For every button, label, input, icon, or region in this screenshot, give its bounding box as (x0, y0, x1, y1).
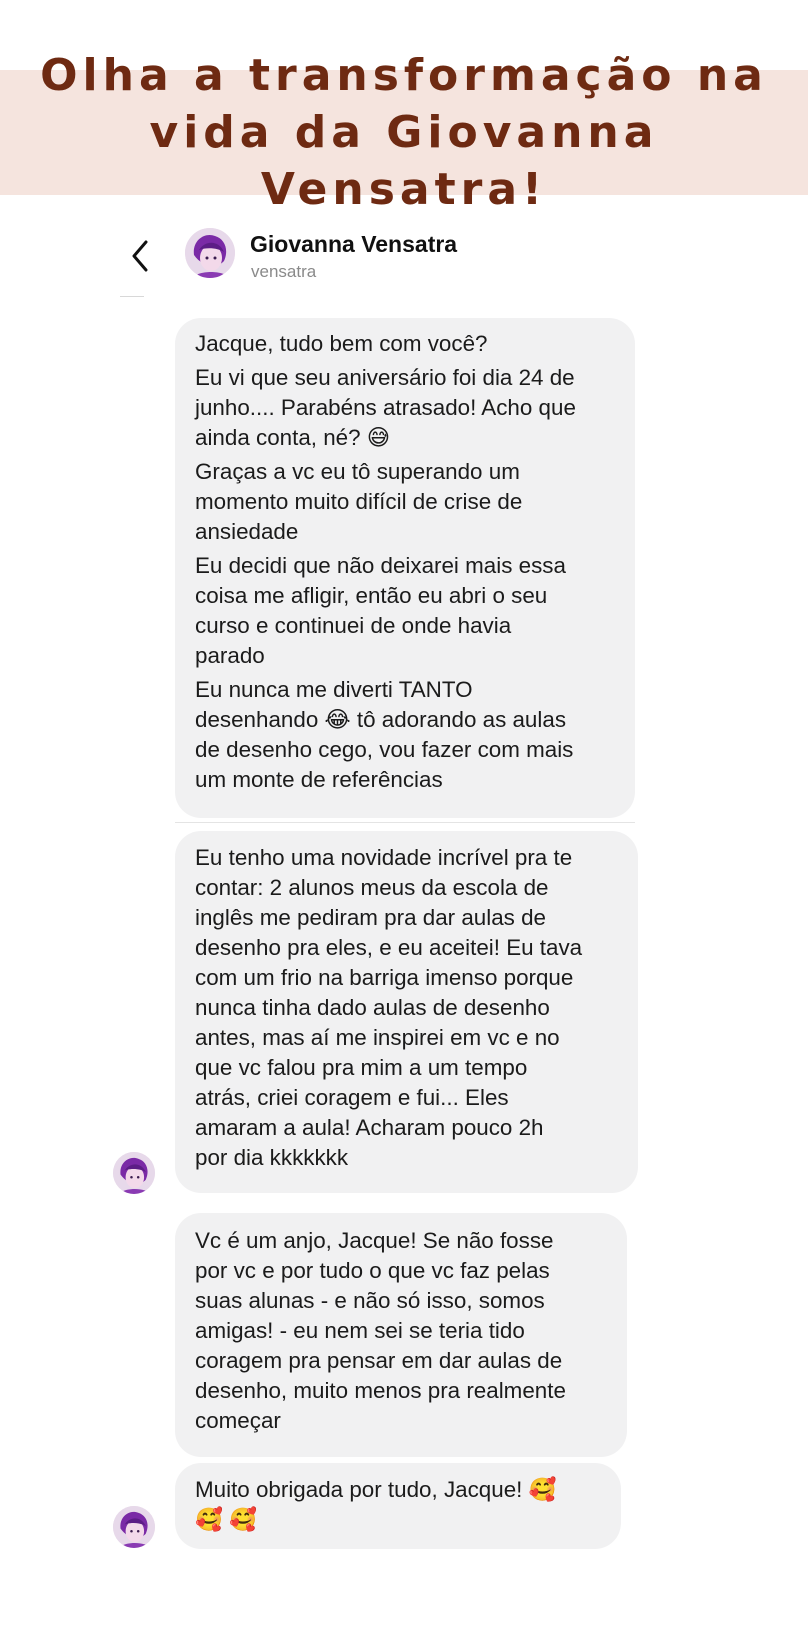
message-text: Vc é um anjo, Jacque! Se não fosse por v… (195, 1226, 607, 1436)
message-divider (175, 822, 635, 823)
message-bubble[interactable]: Eu tenho uma novidade incrível pra te co… (175, 831, 638, 1193)
header-divider (120, 296, 144, 297)
message-line: Graças a vc eu tô superando um momento m… (195, 459, 523, 544)
message-bubble[interactable]: Vc é um anjo, Jacque! Se não fosse por v… (175, 1213, 627, 1457)
message-line: Vc é um anjo, Jacque! Se não fosse por v… (195, 1228, 566, 1433)
message-line: Eu nunca me diverti TANTO desenhando 😂 t… (195, 677, 574, 792)
message-line: Eu tenho uma novidade incrível pra te co… (195, 845, 583, 1170)
contact-name[interactable]: Giovanna Vensatra (250, 231, 457, 258)
chat-header: Giovanna Vensatra vensatra (0, 225, 808, 295)
chevron-left-icon (132, 240, 148, 272)
back-button[interactable] (124, 238, 160, 274)
headline-banner: Olha a transformação na vida da Giovanna… (0, 50, 808, 215)
headline-title: Olha a transformação na vida da Giovanna… (40, 50, 768, 215)
contact-avatar[interactable] (185, 228, 235, 278)
message-line: Eu vi que seu aniversário foi dia 24 de … (195, 365, 576, 450)
message-line: Eu decidi que não deixarei mais essa coi… (195, 553, 566, 668)
sender-avatar[interactable] (113, 1152, 155, 1194)
message-bubble[interactable]: Jacque, tudo bem com você? Eu vi que seu… (175, 318, 635, 818)
sender-avatar[interactable] (113, 1506, 155, 1548)
message-bubble[interactable]: Muito obrigada por tudo, Jacque! 🥰 🥰 🥰 (175, 1463, 621, 1549)
message-line: Jacque, tudo bem com você? (195, 331, 488, 356)
message-text: Jacque, tudo bem com você? Eu vi que seu… (195, 329, 615, 795)
message-text: Eu tenho uma novidade incrível pra te co… (195, 843, 618, 1173)
message-text: Muito obrigada por tudo, Jacque! 🥰 🥰 🥰 (195, 1475, 601, 1535)
message-line: Muito obrigada por tudo, Jacque! 🥰 🥰 🥰 (195, 1477, 557, 1532)
contact-handle: vensatra (251, 262, 317, 281)
